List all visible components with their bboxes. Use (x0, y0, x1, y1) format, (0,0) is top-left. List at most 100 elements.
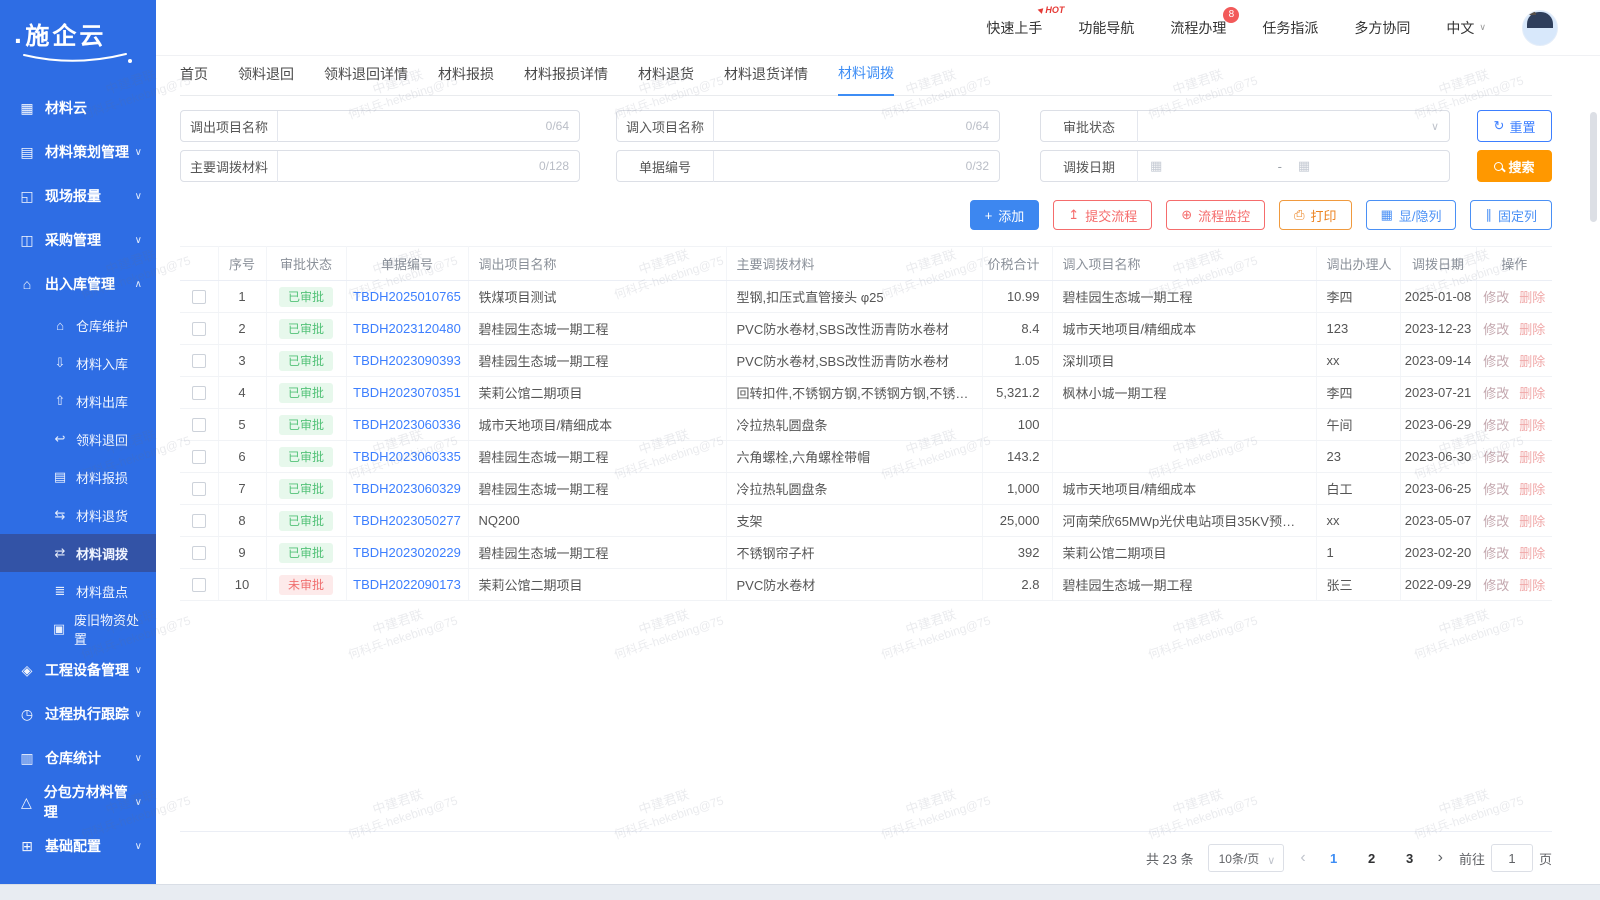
main-material-input[interactable] (278, 151, 539, 181)
tab-picking-return[interactable]: 领料退回 (238, 64, 294, 95)
sidebar-subitem-material-loss[interactable]: ▤ 材料报损 (0, 458, 156, 496)
doc-link[interactable]: TBDH2023050277 (353, 513, 461, 528)
tab-picking-return-detail[interactable]: 领料退回详情 (324, 64, 408, 95)
sidebar-item-equipment-mgmt[interactable]: ◈ 工程设备管理 ∨ (0, 648, 156, 692)
row-checkbox[interactable] (192, 578, 206, 592)
sidebar-item-material-planning[interactable]: ▤ 材料策划管理 ∨ (0, 130, 156, 174)
reset-button[interactable]: ↻ 重置 (1477, 110, 1552, 142)
goto-page-input[interactable] (1491, 844, 1533, 872)
next-page-button[interactable]: › (1436, 849, 1445, 867)
nav-quick-start[interactable]: 快速上手 HOT (986, 18, 1042, 38)
sidebar-subitem-material-refund[interactable]: ⇆ 材料退货 (0, 496, 156, 534)
sidebar-subitem-picking-return[interactable]: ↩ 领料退回 (0, 420, 156, 458)
nav-task-assign[interactable]: 任务指派 (1262, 18, 1318, 38)
sidebar-subitem-material-inbound[interactable]: ⇩ 材料入库 (0, 344, 156, 382)
delete-link[interactable]: 删除 (1519, 418, 1545, 433)
sidebar-item-subcontractor-material[interactable]: △ 分包方材料管理 ∨ (0, 780, 156, 824)
row-checkbox[interactable] (192, 482, 206, 496)
sidebar-item-site-reporting[interactable]: ◱ 现场报量 ∨ (0, 174, 156, 218)
sidebar-item-procurement[interactable]: ◫ 采购管理 ∨ (0, 218, 156, 262)
out-project-input[interactable] (278, 111, 546, 141)
search-button[interactable]: 搜索 (1477, 150, 1552, 182)
tab-material-refund-detail[interactable]: 材料退货详情 (724, 64, 808, 95)
page-3-button[interactable]: 3 (1398, 851, 1422, 866)
sidebar-item-material-cloud[interactable]: ▦ 材料云 (0, 86, 156, 130)
doc-link[interactable]: TBDH2022090173 (353, 577, 461, 592)
nav-feature-guide[interactable]: 功能导航 (1078, 18, 1134, 38)
row-checkbox[interactable] (192, 418, 206, 432)
row-checkbox[interactable] (192, 290, 206, 304)
doc-link[interactable]: TBDH2023120480 (353, 321, 461, 336)
edit-link[interactable]: 修改 (1483, 514, 1509, 529)
sidebar-subitem-material-transfer[interactable]: ⇄ 材料调拨 (0, 534, 156, 572)
edit-link[interactable]: 修改 (1483, 322, 1509, 337)
sidebar-subitem-scrap-disposal[interactable]: ▣ 废旧物资处置 (0, 610, 156, 648)
row-checkbox[interactable] (192, 514, 206, 528)
horizontal-scrollbar-track[interactable] (0, 884, 1600, 900)
vertical-scrollbar-thumb[interactable] (1590, 112, 1597, 222)
doc-link[interactable]: TBDH2023020229 (353, 545, 461, 560)
prev-page-button[interactable]: ‹ (1298, 849, 1307, 867)
sidebar-item-process-tracking[interactable]: ◷ 过程执行跟踪 ∨ (0, 692, 156, 736)
delete-link[interactable]: 删除 (1519, 386, 1545, 401)
edit-link[interactable]: 修改 (1483, 578, 1509, 593)
doc-link[interactable]: TBDH2023060329 (353, 481, 461, 496)
edit-link[interactable]: 修改 (1483, 450, 1509, 465)
approval-status-select[interactable]: ∨ (1138, 111, 1449, 141)
edit-link[interactable]: 修改 (1483, 386, 1509, 401)
row-checkbox[interactable] (192, 322, 206, 336)
show-hide-columns-button[interactable]: ▦ 显/隐列 (1366, 200, 1457, 230)
delete-link[interactable]: 删除 (1519, 290, 1545, 305)
sidebar-item-basic-config[interactable]: ⊞ 基础配置 ∨ (0, 824, 156, 868)
language-switcher[interactable]: 中文 ∨ (1446, 18, 1486, 38)
tab-material-transfer[interactable]: 材料调拨 (838, 63, 894, 96)
nav-collaboration[interactable]: 多方协同 (1354, 18, 1410, 38)
table-row: 4 已审批 TBDH2023070351 茉莉公馆二期项目 回转扣件,不锈钢方钢… (180, 377, 1552, 409)
delete-link[interactable]: 删除 (1519, 514, 1545, 529)
doc-number-input[interactable] (714, 151, 966, 181)
delete-link[interactable]: 删除 (1519, 546, 1545, 561)
edit-link[interactable]: 修改 (1483, 546, 1509, 561)
delete-link[interactable]: 删除 (1519, 482, 1545, 497)
sidebar-subitem-warehouse-maintain[interactable]: ⌂ 仓库维护 (0, 306, 156, 344)
doc-link[interactable]: TBDH2023060335 (353, 449, 461, 464)
filter-doc-number: 单据编号 0/32 (616, 150, 1000, 182)
tab-material-refund[interactable]: 材料退货 (638, 64, 694, 95)
doc-link[interactable]: TBDH2023060336 (353, 417, 461, 432)
user-avatar[interactable] (1522, 10, 1558, 46)
process-monitor-button[interactable]: ⊕ 流程监控 (1166, 200, 1265, 230)
calendar-icon[interactable]: ▦ (1150, 158, 1162, 174)
edit-link[interactable]: 修改 (1483, 418, 1509, 433)
page-size-select[interactable]: 10条/页 ∨ (1208, 844, 1285, 872)
add-button[interactable]: + 添加 (970, 200, 1040, 230)
sidebar-item-warehouse-stats[interactable]: ▥ 仓库统计 ∨ (0, 736, 156, 780)
delete-link[interactable]: 删除 (1519, 450, 1545, 465)
nav-process-handling[interactable]: 流程办理 8 (1170, 18, 1226, 38)
row-checkbox[interactable] (192, 386, 206, 400)
calendar-icon[interactable]: ▦ (1298, 158, 1310, 174)
edit-link[interactable]: 修改 (1483, 482, 1509, 497)
edit-link[interactable]: 修改 (1483, 354, 1509, 369)
submit-process-button[interactable]: ↥ 提交流程 (1053, 200, 1152, 230)
tab-material-loss[interactable]: 材料报损 (438, 64, 494, 95)
edit-link[interactable]: 修改 (1483, 290, 1509, 305)
fixed-columns-button[interactable]: ∥ 固定列 (1470, 200, 1552, 230)
row-checkbox[interactable] (192, 354, 206, 368)
page-1-button[interactable]: 1 (1322, 851, 1346, 866)
doc-link[interactable]: TBDH2025010765 (353, 289, 461, 304)
page-2-button[interactable]: 2 (1360, 851, 1384, 866)
print-button[interactable]: ⎙ 打印 (1279, 200, 1351, 230)
delete-link[interactable]: 删除 (1519, 322, 1545, 337)
doc-link[interactable]: TBDH2023070351 (353, 385, 461, 400)
in-project-input[interactable] (714, 111, 966, 141)
delete-link[interactable]: 删除 (1519, 578, 1545, 593)
row-checkbox[interactable] (192, 450, 206, 464)
sidebar-subitem-stocktake[interactable]: ≣ 材料盘点 (0, 572, 156, 610)
delete-link[interactable]: 删除 (1519, 354, 1545, 369)
tab-material-loss-detail[interactable]: 材料报损详情 (524, 64, 608, 95)
sidebar-subitem-material-outbound[interactable]: ⇧ 材料出库 (0, 382, 156, 420)
doc-link[interactable]: TBDH2023090393 (353, 353, 461, 368)
row-checkbox[interactable] (192, 546, 206, 560)
sidebar-item-warehouse-mgmt[interactable]: ⌂ 出入库管理 ∧ (0, 262, 156, 306)
tab-home[interactable]: 首页 (180, 64, 208, 95)
